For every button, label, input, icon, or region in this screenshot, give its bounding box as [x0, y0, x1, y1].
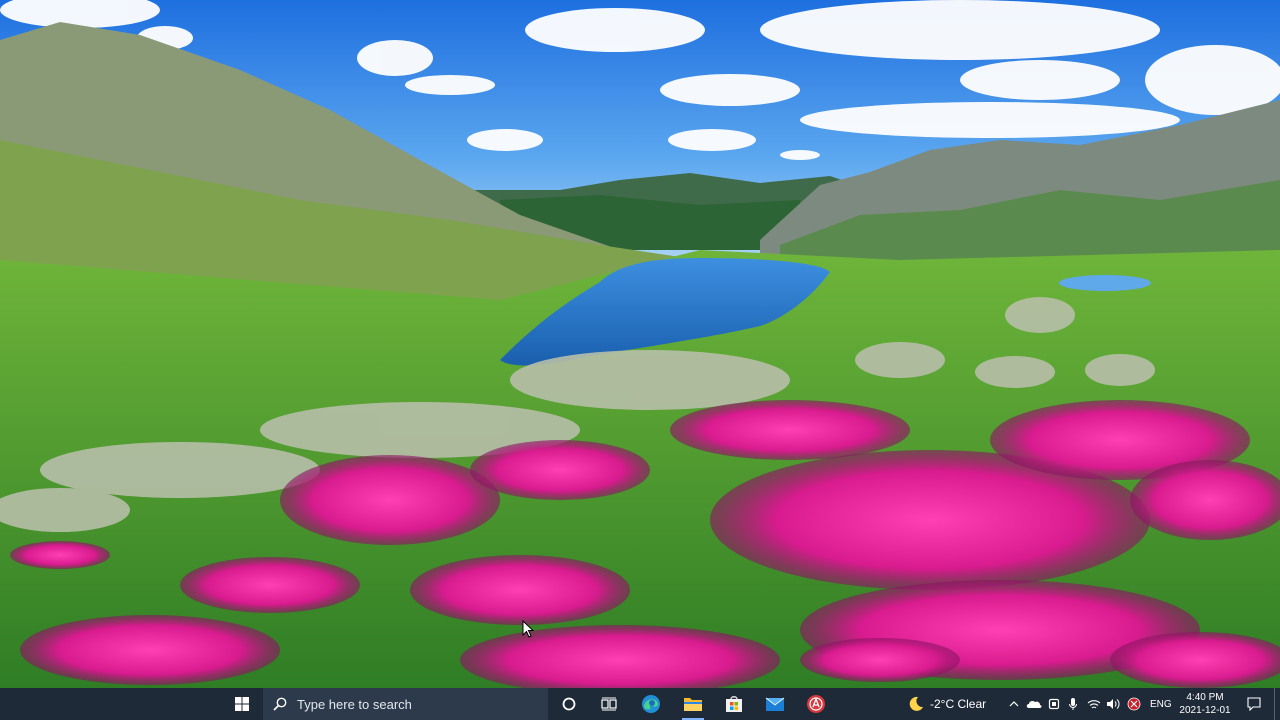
taskbar: -2°C Clear [0, 688, 1280, 720]
windows-logo-icon [235, 697, 249, 711]
wallpaper [0, 0, 1280, 688]
moon-icon [909, 696, 923, 711]
notification-button[interactable] [1243, 688, 1265, 720]
onedrive-button[interactable] [1025, 688, 1043, 720]
clock-date: 2021-12-01 [1179, 705, 1231, 716]
taskbar-search[interactable] [263, 688, 548, 720]
security-icon [1127, 697, 1141, 711]
network-button[interactable] [1085, 688, 1103, 720]
volume-icon [1107, 699, 1120, 709]
cortana-button[interactable] [552, 688, 586, 720]
mail-icon [765, 697, 785, 711]
clock[interactable]: 4:40 PM 2021-12-01 [1176, 688, 1234, 720]
mouse-cursor [522, 620, 534, 638]
show-hidden-icons-button[interactable] [1006, 688, 1022, 720]
store-icon [726, 696, 742, 712]
volume-button[interactable] [1104, 688, 1122, 720]
folder-icon [684, 698, 702, 711]
clock-time: 4:40 PM [1186, 692, 1224, 703]
desktop[interactable] [0, 0, 1280, 688]
circle-icon [562, 697, 576, 711]
microsoft-store-button[interactable] [717, 688, 751, 720]
meet-now-icon [1048, 698, 1060, 710]
file-explorer-button[interactable] [676, 688, 710, 720]
task-view-button[interactable] [592, 688, 626, 720]
weather-widget[interactable]: -2°C Clear [908, 688, 986, 720]
onedrive-cloud-icon [1026, 700, 1042, 708]
network-icon [1087, 700, 1101, 709]
search-icon [273, 697, 287, 711]
show-desktop-button[interactable] [1274, 688, 1280, 720]
microphone-icon [1069, 698, 1077, 710]
security-button[interactable] [1125, 688, 1143, 720]
notification-icon [1247, 697, 1261, 711]
red-app-icon [807, 695, 825, 713]
mail-button[interactable] [758, 688, 792, 720]
chevron-up-icon [1009, 701, 1019, 707]
pinned-app-button[interactable] [799, 688, 833, 720]
meet-now-button[interactable] [1046, 688, 1062, 720]
edge-button[interactable] [634, 688, 668, 720]
start-button[interactable] [224, 688, 260, 720]
search-input[interactable] [295, 695, 539, 713]
edge-browser-icon [642, 695, 660, 713]
task-view-icon [601, 697, 617, 711]
microphone-button[interactable] [1065, 688, 1081, 720]
language-indicator[interactable]: ENG [1150, 688, 1172, 720]
weather-text: -2°C Clear [930, 697, 987, 711]
